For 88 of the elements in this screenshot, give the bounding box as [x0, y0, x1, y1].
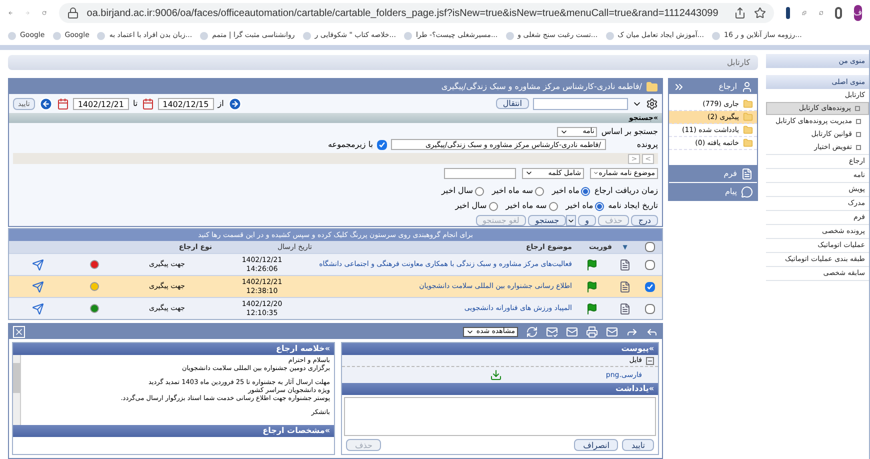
section-label: پیام [724, 186, 737, 198]
flag-icon [586, 302, 598, 314]
folder-icon [646, 80, 658, 92]
date-field[interactable]: 1402/12/15 [158, 98, 214, 110]
panel-title: ارجاع [718, 80, 737, 92]
button[interactable]: و [578, 215, 596, 226]
section-header[interactable]: فرم [669, 165, 757, 182]
address-bar[interactable]: oa.birjand.ac.ir:9006/oa/faces/officeautomation/cartable/cartable_folders_page.jsf?isNew=true&isNew=true&menuCall=true&rand=1112443099 [58, 3, 774, 23]
button[interactable]: درج [631, 215, 658, 226]
radio-button[interactable] [595, 202, 604, 210]
page-title-bar: کارتابل [8, 55, 758, 70]
calendar-icon[interactable] [142, 98, 154, 110]
bookmark-icon [506, 32, 514, 40]
radio-label: ماه اخیر [552, 185, 580, 197]
search-input[interactable] [444, 168, 516, 178]
label: پرونده [636, 138, 658, 150]
bookmark-icon [712, 32, 720, 40]
flag-icon [586, 280, 598, 292]
label: از [218, 98, 224, 110]
notes-field[interactable] [344, 397, 656, 436]
speech-bubble-icon [741, 186, 753, 198]
caret-icon [525, 169, 533, 177]
checkbox[interactable] [645, 282, 655, 292]
document-icon [619, 258, 631, 270]
mail-check-icon[interactable] [546, 326, 558, 338]
radio-button[interactable] [548, 202, 558, 210]
label: زمان دریافت ارجاع [594, 185, 658, 197]
checkbox[interactable] [645, 260, 655, 270]
calendar-icon[interactable] [56, 98, 69, 110]
folder-icon [743, 138, 753, 148]
document-icon [741, 168, 753, 180]
bookmark-icon [97, 32, 106, 40]
section-header: »مشخصات ارجاع [13, 425, 334, 437]
folder-icon [743, 125, 753, 135]
bookmark-icon [606, 32, 614, 40]
radio-label: سه ماه اخیر [492, 185, 533, 197]
document-icon [619, 280, 631, 292]
radio-label: ماه اخیر [566, 200, 594, 212]
date-field[interactable]: 1402/12/21 [72, 98, 129, 110]
share-icon[interactable] [734, 7, 746, 19]
move-button[interactable]: انتقال [496, 98, 529, 109]
bookmark-icon [8, 32, 16, 40]
radio-button[interactable] [474, 186, 484, 196]
label: تاریخ ایجاد نامه [608, 200, 658, 212]
radio-label: سه ماه اخیر [506, 200, 547, 212]
mail-icon[interactable] [606, 326, 618, 338]
section-label: فرم [724, 168, 737, 180]
label: تا [132, 98, 138, 110]
button[interactable]: جستجو [528, 215, 566, 226]
document-icon [619, 302, 631, 314]
button[interactable]: تایید [622, 439, 654, 451]
bookmark-icon [200, 32, 208, 40]
close-icon[interactable] [13, 326, 25, 338]
printer-icon[interactable] [586, 326, 598, 338]
url-text: oa.birjand.ac.ir:9006/oa/faces/officeautomation/cartable/cartable_folders_page.jsf?isNew=true&isNew=true&menuCall=true&rand=1112443099 [86, 6, 718, 20]
scrollbar [13, 355, 21, 425]
section-header: »خلاصه ارجاع [13, 343, 334, 355]
checkbox[interactable] [377, 140, 387, 150]
download-icon[interactable] [490, 369, 502, 381]
settings-icon[interactable] [646, 98, 658, 110]
refresh-icon[interactable] [526, 326, 538, 338]
bookmark-star-icon[interactable] [754, 7, 766, 19]
caret-icon [593, 169, 599, 177]
radio-button[interactable] [534, 186, 544, 196]
radio-button[interactable] [488, 202, 498, 210]
lock-icon [66, 7, 79, 19]
radio-label: سال اخیر [455, 200, 487, 212]
flag-icon [586, 258, 598, 270]
label: جستجو بر اساس [601, 126, 658, 138]
bookmark-icon [302, 32, 311, 40]
label: با زیرمجموعه [328, 138, 373, 150]
folder-icon [743, 99, 753, 109]
bookmark-icon [52, 32, 61, 40]
mail-icon[interactable] [566, 326, 578, 338]
section-header: »پیوست [342, 343, 658, 355]
button[interactable]: انصراف [574, 439, 618, 451]
section-header: »یادداشت [342, 383, 658, 395]
bookmark-icon [404, 32, 412, 40]
folder-icon [743, 112, 753, 122]
user-icon [741, 80, 753, 92]
collapse-icon[interactable] [646, 356, 654, 364]
radio-button[interactable] [581, 186, 590, 196]
profile-avatar[interactable]: ف [854, 5, 862, 21]
folder-path: /فاطمه نادری-کارشناس مرکز مشاوره و سبک زندگی/پیگیری [441, 80, 642, 92]
checkbox[interactable] [645, 304, 655, 314]
checkbox[interactable] [645, 242, 655, 252]
section-header[interactable]: پیام [669, 183, 757, 200]
radio-label: سال اخیر [441, 185, 473, 197]
